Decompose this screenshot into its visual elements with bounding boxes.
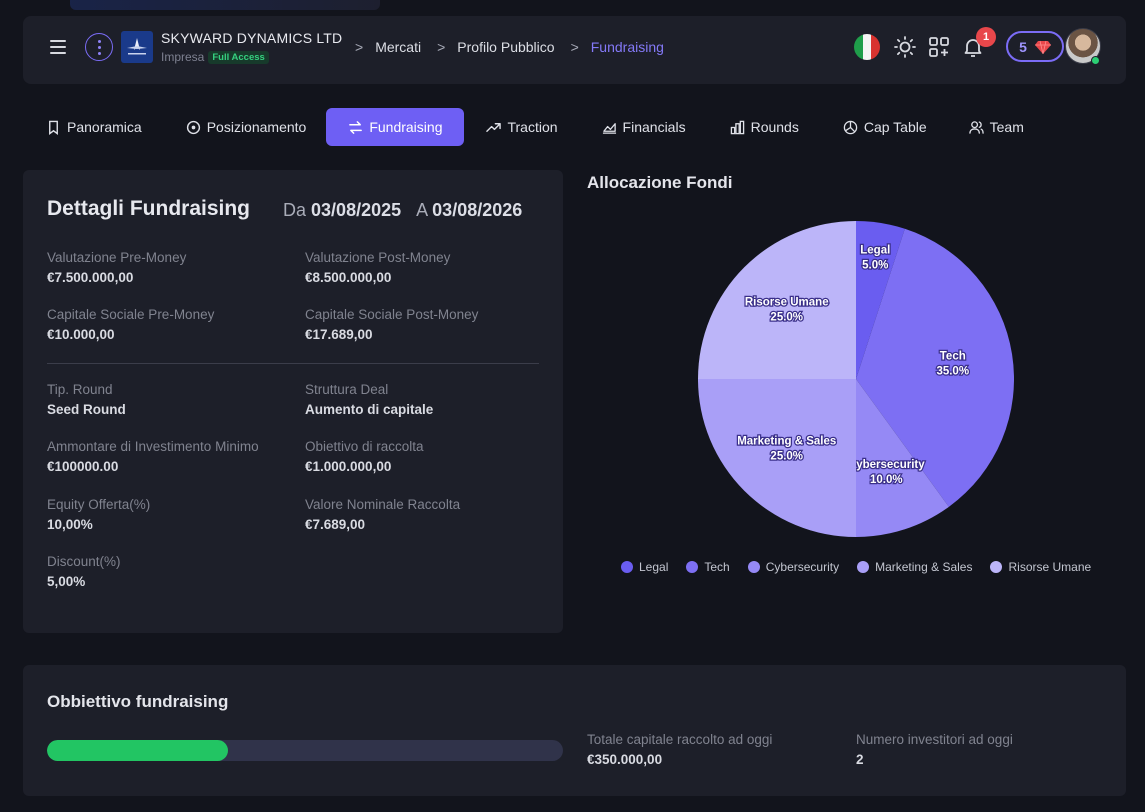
progress-bar xyxy=(47,740,563,761)
slice-label: Tech xyxy=(940,351,966,363)
company-name: SKYWARD DYNAMICS LTD xyxy=(161,30,343,46)
field-nominal-value: Valore Nominale Raccolta €7.689,00 xyxy=(305,497,461,532)
chart-title: Allocazione Fondi xyxy=(587,173,733,192)
legend-swatch xyxy=(686,561,699,573)
field-target: Obiettivo di raccolta €1.000.000,00 xyxy=(305,439,424,474)
field-deal-structure: Struttura Deal Aumento di capitale xyxy=(305,382,434,417)
slice-percent: 35.0% xyxy=(936,366,969,378)
legend-swatch xyxy=(747,561,760,573)
breadcrumb-mercati[interactable]: Mercati xyxy=(375,39,421,55)
slice-percent: 25.0% xyxy=(770,312,803,324)
sun-icon[interactable] xyxy=(893,35,917,59)
breadcrumb-separator: > xyxy=(437,39,446,55)
legend-swatch xyxy=(857,561,870,573)
field-min-investment: Ammontare di Investimento Minimo €100000… xyxy=(47,439,259,474)
legend-label: Risorse Umane xyxy=(1008,560,1092,574)
fundraising-details-card: Dettagli Fundraising Da 03/08/2025 A 03/… xyxy=(23,170,563,633)
bookmark-icon xyxy=(49,120,58,135)
tab-cap-table[interactable]: Cap Table xyxy=(833,108,937,146)
tab-traction[interactable]: Traction xyxy=(476,108,567,146)
breadcrumb-profilo-pubblico[interactable]: Profilo Pubblico xyxy=(457,39,554,55)
tab-fundraising[interactable]: Fundraising xyxy=(326,108,465,146)
trending-up-icon xyxy=(486,122,502,132)
from-date: 03/08/2025 xyxy=(311,200,402,220)
breadcrumb-fundraising: Fundraising xyxy=(590,39,664,55)
legend-item[interactable]: Cybersecurity xyxy=(747,560,840,574)
legend-swatch xyxy=(621,561,633,573)
tab-team[interactable]: Team xyxy=(959,108,1034,146)
field-post-money-capital: Capitale Sociale Post-Money €17.689,00 xyxy=(305,307,479,342)
tab-rounds[interactable]: Rounds xyxy=(720,108,809,146)
legend-item[interactable]: Legal xyxy=(621,560,668,574)
section-divider xyxy=(47,363,539,364)
apps-icon[interactable] xyxy=(927,35,951,59)
slice-percent: 25.0% xyxy=(770,450,803,462)
slice-label: Legal xyxy=(860,244,890,256)
more-vertical-icon[interactable] xyxy=(85,33,113,61)
top-glow-decoration xyxy=(70,0,380,10)
legend-label: Legal xyxy=(639,560,669,574)
online-status-dot xyxy=(1091,56,1100,65)
legend-label: Tech xyxy=(704,560,730,574)
target-icon xyxy=(186,120,200,134)
area-chart-icon xyxy=(602,122,616,134)
to-date: 03/08/2026 xyxy=(432,200,523,220)
date-range: Da 03/08/2025 A 03/08/2026 xyxy=(283,200,523,220)
bar-chart-icon xyxy=(730,120,744,134)
slice-percent: 10.0% xyxy=(870,474,903,486)
slice-percent: 5.0% xyxy=(862,259,888,271)
chart-legend: Legal Tech Cybersecurity Marketing & Sales R… xyxy=(621,560,1091,574)
section-tabs: Panoramica Posizionamento Fundraising Tr… xyxy=(36,108,1034,146)
swap-icon xyxy=(349,120,363,134)
legend-item[interactable]: Marketing & Sales xyxy=(857,560,972,574)
field-equity-offered: Equity Offerta(%) 10,00% xyxy=(47,497,151,532)
field-investor-count: Numero investitori ad oggi 2 xyxy=(856,732,1013,767)
slice-label: Risorse Umane xyxy=(745,297,829,309)
access-badge: Full Access xyxy=(208,50,269,64)
field-round-type: Tip. Round Seed Round xyxy=(47,382,126,417)
slice-label: Cybersecurity xyxy=(848,459,925,471)
field-post-money-valuation: Valutazione Post-Money €8.500.000,00 xyxy=(305,250,451,285)
company-type: Impresa xyxy=(161,50,205,64)
field-discount: Discount(%) 5,00% xyxy=(47,554,121,589)
allocation-pie-chart: Legal 5.0% Tech 35.0% Cybersecurity 10.0% Mark… xyxy=(698,221,1014,537)
pie-chart-icon xyxy=(843,120,858,134)
progress-fill xyxy=(47,740,228,761)
notification-badge: 1 xyxy=(976,27,996,47)
goal-title: Obbiettivo fundraising xyxy=(47,692,229,711)
legend-item[interactable]: Risorse Umane xyxy=(990,560,1091,574)
diamond-icon xyxy=(1034,40,1051,54)
field-pre-money-capital: Capitale Sociale Pre-Money €10.000,00 xyxy=(47,307,215,342)
legend-swatch xyxy=(990,561,1003,573)
tab-panoramica[interactable]: Panoramica xyxy=(36,108,152,146)
legend-label: Marketing & Sales xyxy=(875,560,973,574)
breadcrumb: > Mercati > Profilo Pubblico > Fundraisi… xyxy=(355,39,680,55)
breadcrumb-separator: > xyxy=(570,39,579,55)
details-title: Dettagli Fundraising xyxy=(47,197,251,220)
users-icon xyxy=(968,120,984,134)
tab-financials[interactable]: Financials xyxy=(592,108,696,146)
legend-item[interactable]: Tech xyxy=(686,560,730,574)
slice-label: Marketing & Sales xyxy=(737,435,836,447)
field-total-raised: Totale capitale raccolto ad oggi €350.00… xyxy=(587,732,773,767)
menu-icon[interactable] xyxy=(50,40,66,54)
company-info: SKYWARD DYNAMICS LTD Impresa Full Access xyxy=(161,30,342,64)
legend-label: Cybersecurity xyxy=(765,560,840,574)
company-logo xyxy=(121,31,153,63)
fundraising-goal-card: Obbiettivo fundraising Totale capitale r… xyxy=(23,665,1126,796)
field-pre-money-valuation: Valutazione Pre-Money €7.500.000,00 xyxy=(47,250,187,285)
tab-posizionamento[interactable]: Posizionamento xyxy=(176,108,317,146)
top-header: SKYWARD DYNAMICS LTD Impresa Full Access… xyxy=(23,16,1126,84)
breadcrumb-separator: > xyxy=(355,39,364,55)
credits-button[interactable]: 5 xyxy=(1006,31,1064,62)
italy-flag-icon[interactable] xyxy=(854,34,880,60)
credits-count: 5 xyxy=(1019,38,1027,55)
